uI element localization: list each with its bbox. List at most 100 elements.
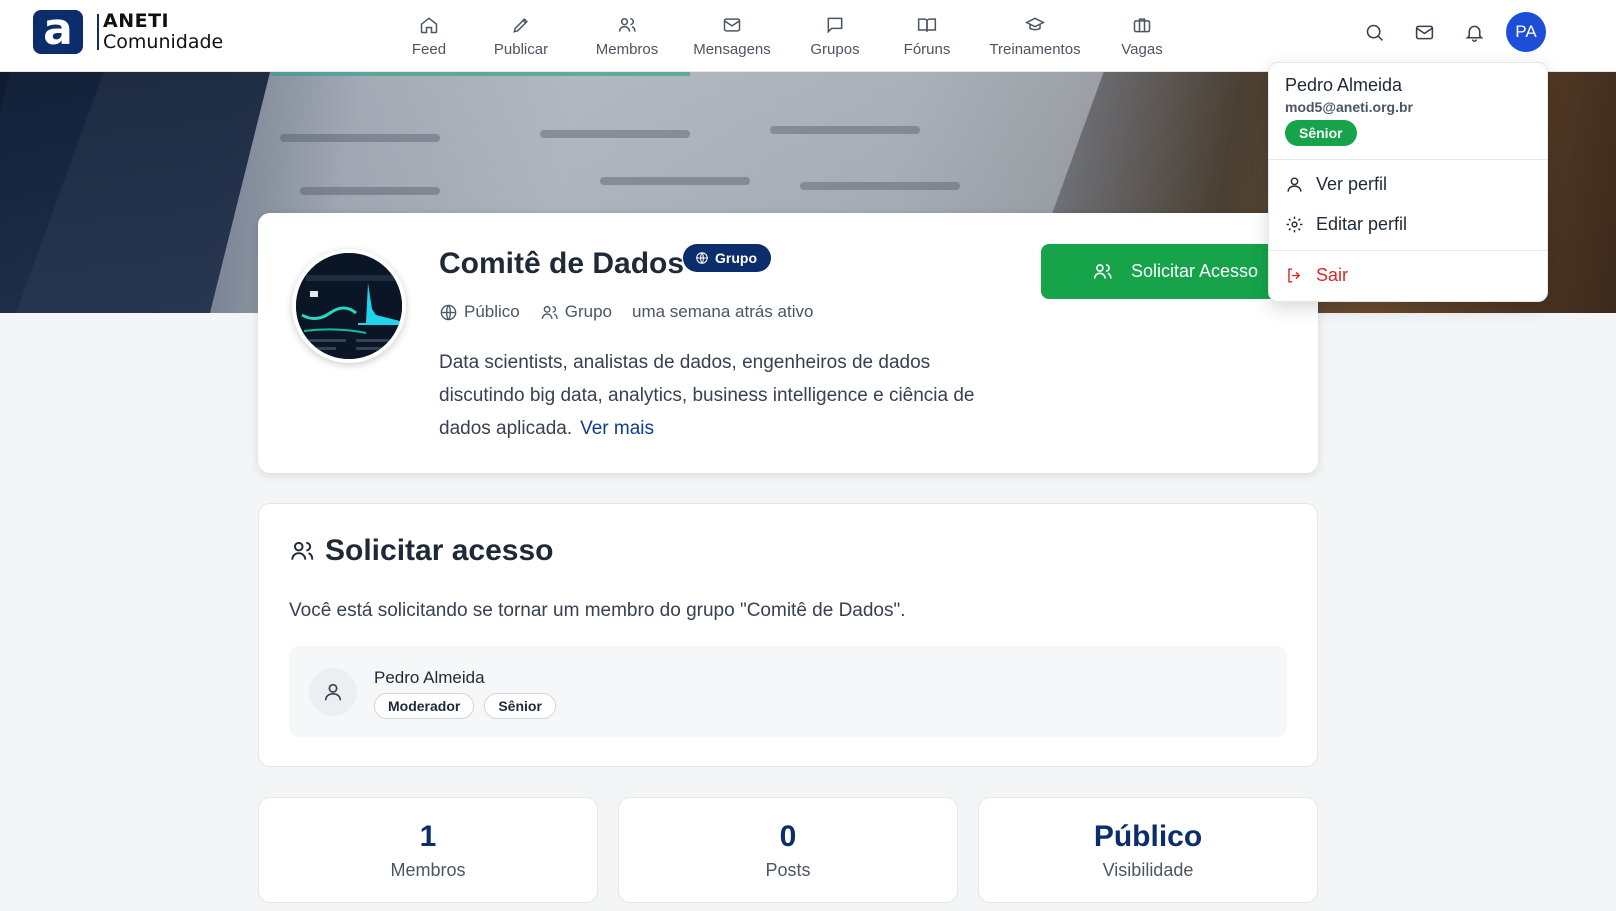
- stat-label: Posts: [765, 860, 811, 880]
- dropdown-user-email: mod5@aneti.org.br: [1285, 99, 1413, 115]
- banner-blur: [600, 177, 750, 185]
- meta-visibility-label: Público: [464, 302, 520, 321]
- menu-item-label: Editar perfil: [1316, 214, 1408, 234]
- meta-activity: uma semana atrás ativo: [632, 302, 813, 322]
- banner-blur: [540, 130, 690, 138]
- menu-item-edit-profile[interactable]: Editar perfil: [1285, 214, 1407, 235]
- group-type-badge: Grupo: [683, 244, 771, 272]
- users-icon: [541, 305, 558, 319]
- menu-item-label: Sair: [1316, 265, 1349, 285]
- main-nav: Feed Publicar Membros Mensagens Grupos F…: [395, 0, 1187, 72]
- role-tag: Moderador: [374, 693, 475, 719]
- nav-item-grupos[interactable]: Grupos: [789, 0, 881, 72]
- nav-label: Treinamentos: [989, 40, 1081, 58]
- banner-blur: [300, 187, 440, 195]
- nav-item-publicar[interactable]: Publicar: [463, 0, 579, 72]
- user-icon: [1287, 177, 1302, 192]
- menu-item-label: Ver perfil: [1316, 174, 1388, 194]
- meta-type: Grupo: [540, 302, 612, 322]
- logo-divider: [97, 14, 99, 50]
- logo-line-1: ANETI: [103, 10, 170, 32]
- logo-text: ANETI Comunidade: [103, 12, 223, 52]
- brand-logo[interactable]: a ANETI Comunidade: [33, 8, 223, 54]
- user-menu-dropdown: Pedro Almeida mod5@aneti.org.br Sênior V…: [1268, 62, 1548, 302]
- banner-blur: [770, 126, 920, 134]
- request-access-label: Solicitar Acesso: [1130, 261, 1259, 281]
- group-header-card: Comitê de Dados Grupo Público Grupo uma …: [258, 213, 1318, 473]
- member-tags: Moderador Sênior: [374, 693, 566, 719]
- meta-type-label: Grupo: [564, 302, 613, 321]
- nav-item-foruns[interactable]: Fóruns: [881, 0, 973, 72]
- request-access-title: Solicitar acesso: [289, 534, 553, 568]
- request-access-card: Solicitar acesso Você está solicitando s…: [258, 503, 1318, 767]
- request-access-title-text: Solicitar acesso: [325, 534, 554, 567]
- stat-label: Visibilidade: [1102, 860, 1194, 880]
- nav-label: Publicar: [493, 40, 549, 58]
- book-open-icon: [917, 17, 937, 32]
- notifications-button[interactable]: [1454, 12, 1494, 52]
- banner-blur: [280, 134, 440, 142]
- group-title: Comitê de Dados: [439, 247, 685, 280]
- nav-label: Feed: [411, 40, 447, 58]
- level-tag: Sênior: [484, 693, 556, 719]
- nav-label: Membros: [595, 40, 659, 58]
- stat-label: Membros: [390, 860, 466, 880]
- nav-item-treinamentos[interactable]: Treinamentos: [973, 0, 1097, 72]
- stat-value: Público: [1093, 820, 1203, 853]
- badge-label: Grupo: [715, 250, 757, 266]
- users-icon: [618, 17, 636, 32]
- menu-item-view-profile[interactable]: Ver perfil: [1285, 174, 1387, 195]
- stat-visibility: Público Visibilidade: [978, 797, 1318, 903]
- user-avatar-button[interactable]: PA: [1506, 12, 1546, 52]
- nav-item-membros[interactable]: Membros: [579, 0, 675, 72]
- nav-item-feed[interactable]: Feed: [395, 0, 463, 72]
- graduation-cap-icon: [1025, 16, 1045, 30]
- member-avatar: [309, 668, 357, 716]
- stat-value: 0: [779, 820, 797, 853]
- dropdown-level-badge: Sênior: [1285, 120, 1357, 146]
- logo-mark: a: [33, 8, 83, 54]
- nav-label: Vagas: [1121, 40, 1163, 58]
- stat-posts: 0 Posts: [618, 797, 958, 903]
- dashboard-thumbnail-icon: [296, 253, 402, 359]
- group-avatar: [292, 249, 406, 363]
- home-icon: [420, 16, 438, 33]
- menu-item-logout[interactable]: Sair: [1285, 265, 1348, 286]
- stat-value: 1: [419, 820, 437, 853]
- dropdown-user-name: Pedro Almeida: [1285, 75, 1403, 95]
- search-button[interactable]: [1354, 12, 1394, 52]
- logo-line-2: Comunidade: [103, 31, 224, 53]
- pen-icon: [513, 17, 528, 33]
- meta-activity-label: uma semana atrás ativo: [632, 302, 814, 321]
- nav-label: Grupos: [810, 40, 860, 58]
- users-icon: [291, 541, 314, 560]
- meta-visibility: Público: [439, 302, 520, 322]
- request-access-text: Você está solicitando se tornar um membr…: [289, 600, 906, 621]
- message-square-icon: [827, 17, 843, 33]
- divider: [1269, 250, 1547, 251]
- see-more-link[interactable]: Ver mais: [580, 418, 654, 439]
- nav-label: Fóruns: [903, 40, 951, 58]
- member-name: Pedro Almeida: [374, 668, 485, 687]
- globe-icon: [696, 252, 708, 264]
- gear-icon: [1286, 216, 1303, 233]
- banner-stripe: [270, 72, 690, 76]
- mail-icon: [1415, 25, 1433, 39]
- group-description: Data scientists, analistas de dados, eng…: [439, 346, 1019, 445]
- globe-icon: [440, 304, 457, 320]
- mail-icon: [723, 17, 741, 32]
- user-icon: [324, 683, 342, 701]
- users-icon: [1093, 264, 1112, 279]
- nav-item-mensagens[interactable]: Mensagens: [675, 0, 789, 72]
- bell-icon: [1465, 25, 1483, 42]
- banner-blur: [800, 182, 960, 190]
- logout-icon: [1288, 268, 1301, 283]
- group-meta: Público Grupo uma semana atrás ativo: [439, 302, 833, 322]
- divider: [1269, 159, 1547, 160]
- nav-item-vagas[interactable]: Vagas: [1097, 0, 1187, 72]
- stat-members: 1 Membros: [258, 797, 598, 903]
- description-text: Data scientists, analistas de dados, eng…: [439, 352, 975, 439]
- requesting-member: Pedro Almeida Moderador Sênior: [289, 646, 1287, 737]
- messages-button[interactable]: [1404, 12, 1444, 52]
- top-actions: PA: [1344, 12, 1546, 52]
